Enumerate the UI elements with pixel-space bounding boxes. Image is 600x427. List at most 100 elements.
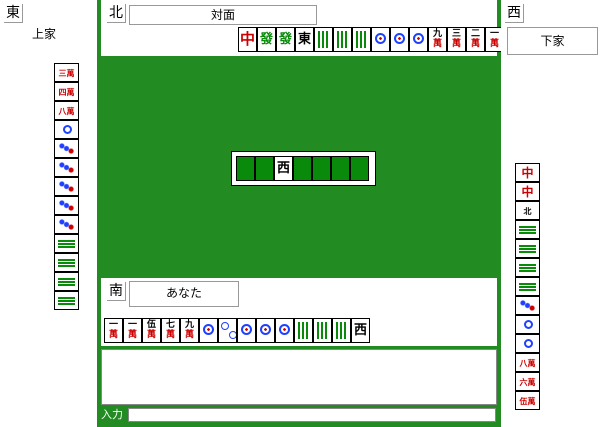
west-hand-tile: 四萬 [54,82,79,101]
wall-tile [312,156,331,181]
dora-indicator-tile: 西 [274,156,293,181]
dora-wall: 西 [231,151,376,186]
message-log [101,349,497,405]
tile-suit: 萬 [432,39,442,49]
wall-tile [350,156,369,181]
wall-tile [236,156,255,181]
east-hand-tile: 八萬 [515,353,540,372]
east-hand-tile [515,220,540,239]
east-hand-tile: 伍萬 [515,391,540,410]
west-hand: 三萬 四萬 八萬 [54,63,79,310]
tile-rank: 伍 [146,320,156,330]
south-hand: 一萬一萬伍萬七萬九萬西 [104,318,370,343]
tile-rank: 二 [470,29,480,39]
east-wind-label: 西 [505,4,524,23]
south-hand-tile[interactable] [237,318,256,343]
wall-tile [293,156,312,181]
south-player-panel: 南 あなた 一萬一萬伍萬七萬九萬西 [101,278,497,346]
wall-tile [255,156,274,181]
east-hand-tile [515,334,540,353]
north-wind-label: 北 [107,4,126,23]
east-player-name: 下家 [507,27,598,55]
north-discards-tile [333,27,352,52]
south-hand-tile[interactable] [332,318,351,343]
west-hand-tile [54,120,79,139]
west-player-panel: 東 上家 三萬 四萬 八萬 [0,0,97,427]
north-discards-tile [352,27,371,52]
tile-suit: 萬 [470,39,480,49]
south-hand-tile[interactable]: 一萬 [104,318,123,343]
tile-rank: 九 [432,29,442,39]
tile-suit: 萬 [165,330,175,340]
tile-suit: 萬 [127,330,137,340]
south-hand-tile[interactable] [199,318,218,343]
tile-suit: 萬 [146,330,156,340]
wall-tile [331,156,350,181]
south-wind-label: 南 [107,282,126,301]
south-hand-tile[interactable] [275,318,294,343]
east-hand-tile: 六萬 [515,372,540,391]
south-hand-tile[interactable]: 七萬 [161,318,180,343]
east-hand-tile: 北 [515,201,540,220]
tile-face: 發 [278,32,292,47]
south-hand-tile[interactable]: 西 [351,318,370,343]
west-hand-tile [54,291,79,310]
south-hand-tile[interactable] [294,318,313,343]
south-hand-tile[interactable]: 九萬 [180,318,199,343]
west-hand-tile [54,158,79,177]
tile-suit: 萬 [108,330,118,340]
north-discards-tile: 發 [276,27,295,52]
input-label: 入力 [101,408,128,422]
tile-face: 中 [239,30,255,48]
south-hand-tile[interactable] [313,318,332,343]
south-hand-tile[interactable] [218,318,237,343]
tile-face: 發 [259,32,273,47]
tile-suit: 萬 [451,39,461,49]
south-hand-tile[interactable]: 伍萬 [142,318,161,343]
west-hand-tile: 八萬 [54,101,79,120]
west-hand-tile [54,215,79,234]
north-player-panel: 北 対面 中發發東九萬三萬二萬一萬 [101,0,504,56]
east-hand-tile [515,258,540,277]
tile-face: 西 [353,323,367,338]
north-discards-tile: 中 [238,27,257,52]
west-hand-tile [54,196,79,215]
east-hand-tile: 中 [515,182,540,201]
north-discards-tile [314,27,333,52]
east-hand-tile [515,239,540,258]
command-input[interactable] [128,408,496,422]
tile-rank: 一 [127,320,137,330]
north-discards-tile: 九萬 [428,27,447,52]
north-player-name: 対面 [129,5,317,25]
north-discards-tile [371,27,390,52]
tile-suit: 萬 [184,330,194,340]
tile-rank: 一 [108,320,118,330]
north-discards-tile: 發 [257,27,276,52]
west-hand-tile [54,139,79,158]
west-wind-label: 東 [4,4,23,23]
east-hand-tile: 中 [515,163,540,182]
tile-face: 東 [297,32,311,47]
west-hand-tile [54,177,79,196]
west-hand-tile: 三萬 [54,63,79,82]
north-discards-tile [390,27,409,52]
north-discards-tile [409,27,428,52]
west-player-name: 上家 [32,27,57,41]
tile-rank: 九 [184,320,194,330]
north-discards-tile: 二萬 [466,27,485,52]
east-player-panel: 西 下家 中中北八萬 六萬 伍萬 [501,0,600,427]
south-hand-tile[interactable]: 一萬 [123,318,142,343]
tile-rank: 三 [451,29,461,39]
north-discards: 中發發東九萬三萬二萬一萬 [238,27,504,52]
south-hand-tile[interactable] [256,318,275,343]
west-hand-tile [54,272,79,291]
tile-rank: 七 [165,320,175,330]
east-hand-tile [515,296,540,315]
north-discards-tile: 東 [295,27,314,52]
west-hand-tile [54,253,79,272]
south-player-name: あなた [129,281,239,307]
east-hand-tile [515,315,540,334]
north-discards-tile: 三萬 [447,27,466,52]
west-hand-tile [54,234,79,253]
east-hand: 中中北八萬 六萬 伍萬 [515,163,540,410]
